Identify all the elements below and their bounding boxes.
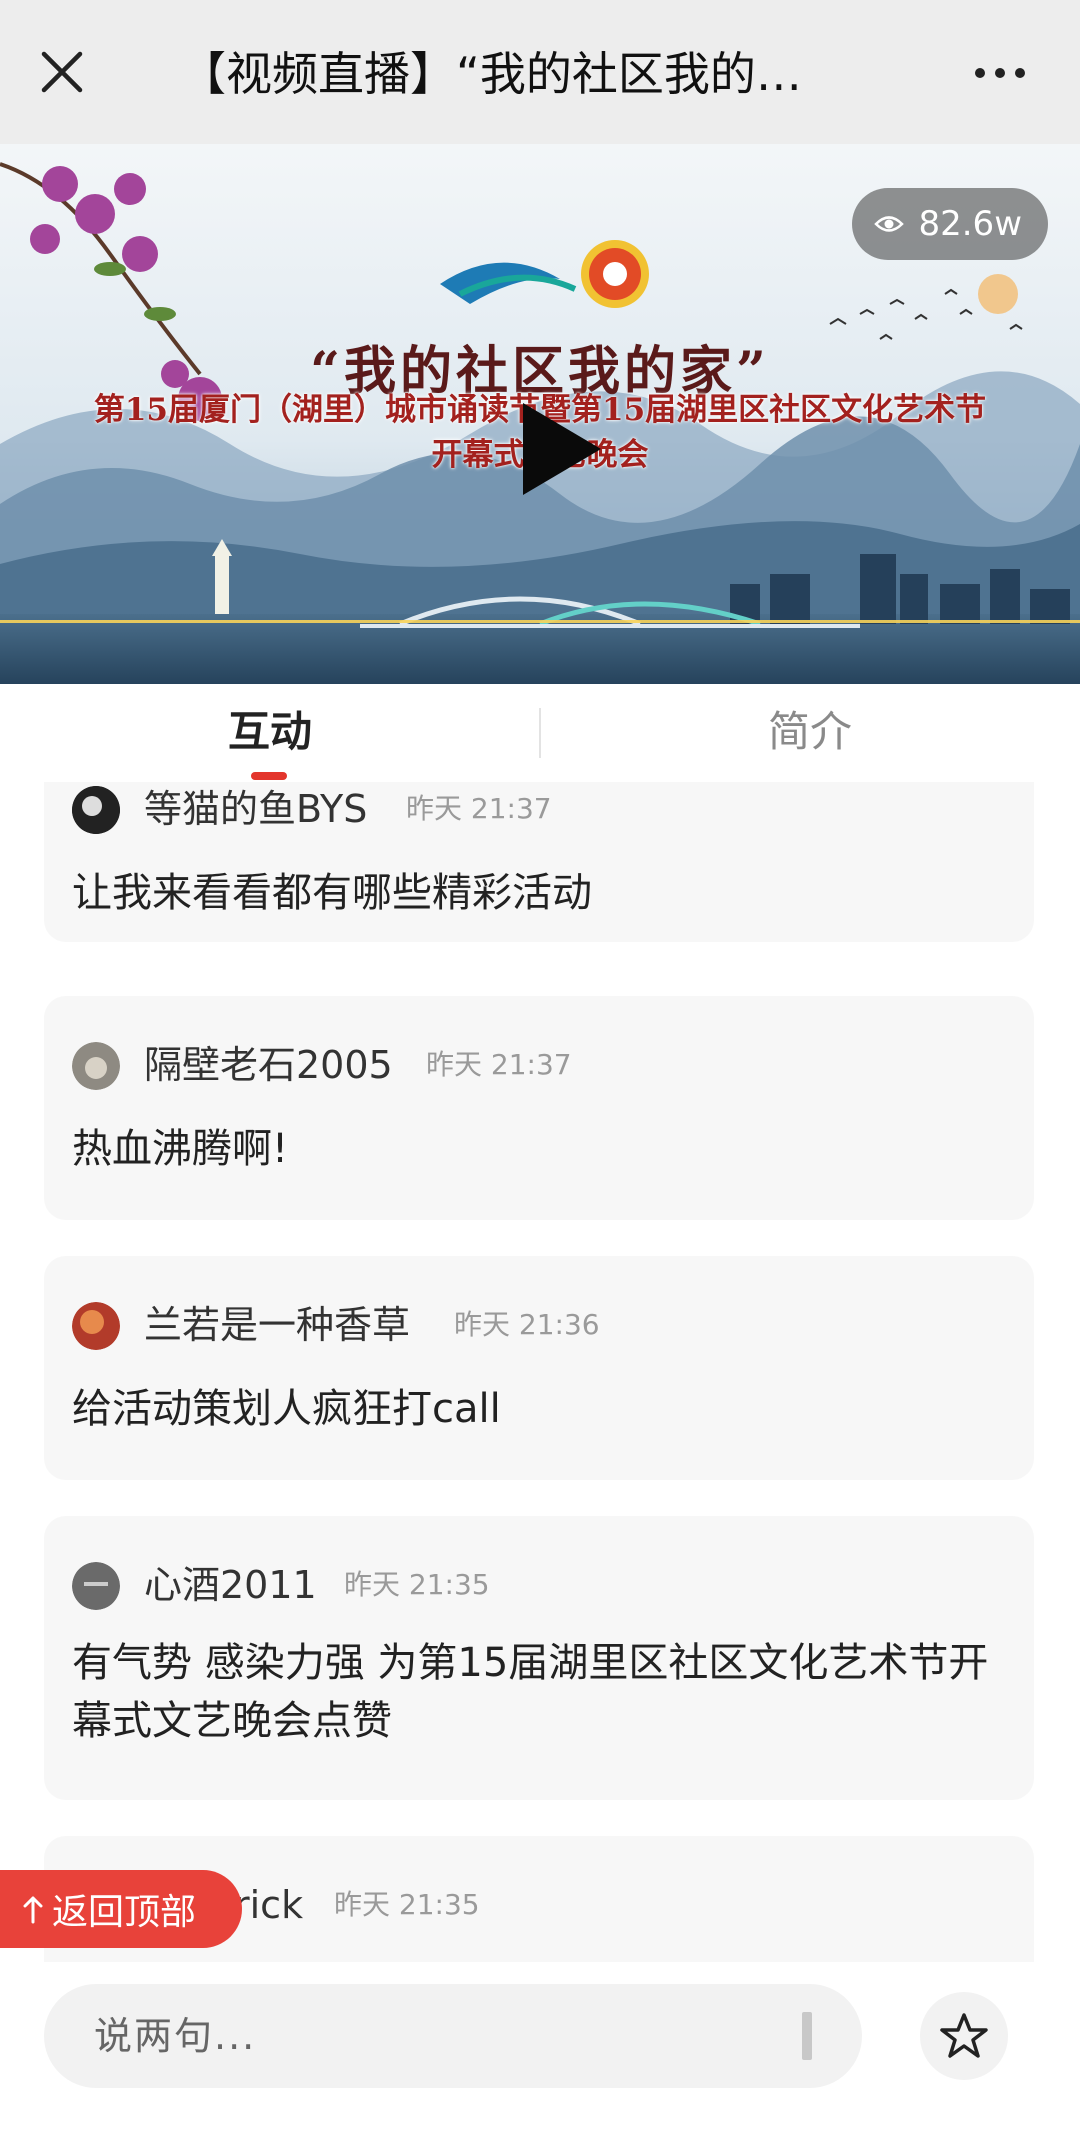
tab-interact[interactable]: 互动: [150, 702, 390, 762]
avatar[interactable]: [72, 786, 120, 834]
comment-card: 隔壁老石2005 昨天 21:37 热血沸腾啊!: [44, 996, 1034, 1220]
comment-card: 心酒2011 昨天 21:35 有气势 感染力强 为第15届湖里区社区文化艺术节…: [44, 1516, 1034, 1800]
avatar[interactable]: [72, 1302, 120, 1350]
comment-card: 兰若是一种香草 昨天 21:36 给活动策划人疯狂打call: [44, 1256, 1034, 1480]
tab-intro[interactable]: 简介: [690, 702, 930, 762]
comment-text: 热血沸腾啊!: [72, 1126, 289, 1172]
tab-divider: [539, 708, 541, 758]
star-icon: [940, 2013, 988, 2058]
close-icon: [41, 51, 83, 93]
arrow-up-icon: [23, 1896, 43, 1924]
avatar[interactable]: [72, 1562, 120, 1610]
active-tab-indicator: [251, 772, 287, 780]
back-to-top-button[interactable]: 返回顶部: [0, 1870, 242, 1948]
tab-bar: 互动 简介: [0, 684, 1080, 782]
comment-input-placeholder: 说两句...: [94, 2014, 257, 2058]
comment-time: 昨天 21:35: [344, 1568, 490, 1601]
comment-username[interactable]: 隔壁老石2005: [144, 1040, 393, 1090]
comment-username[interactable]: rick: [234, 1880, 303, 1930]
comment-text: 让我来看看都有哪些精彩活动: [72, 870, 592, 916]
favorite-button[interactable]: [920, 1992, 1008, 2080]
avatar[interactable]: [72, 1042, 120, 1090]
comment-text: 给活动策划人疯狂打call: [72, 1386, 501, 1432]
comment-time: 昨天 21:37: [406, 792, 552, 825]
comment-username[interactable]: 心酒2011: [144, 1560, 317, 1610]
comment-username[interactable]: 兰若是一种香草: [144, 1300, 410, 1350]
input-caret: [802, 2012, 812, 2060]
comment-text: 有气势 感染力强 为第15届湖里区社区文化艺术节开幕式文艺晚会点赞: [72, 1640, 989, 1744]
title-bar: 【视频直播】“我的社区我的…: [0, 0, 1080, 144]
comment-time: 昨天 21:36: [454, 1308, 600, 1341]
comment-input[interactable]: 说两句...: [44, 1984, 862, 2088]
comment-time: 昨天 21:37: [426, 1048, 572, 1081]
play-icon: [523, 403, 601, 495]
more-button[interactable]: [960, 48, 1040, 98]
view-count: 82.6w: [918, 204, 1022, 244]
comment-input-bar: 说两句...: [0, 1962, 1080, 2143]
video-player[interactable]: “我的社区我的家” 第15届厦门（湖里）城市诵读节暨第15届湖里区社区文化艺术节…: [0, 144, 1080, 684]
eye-icon: [874, 216, 905, 232]
comment-list[interactable]: 等猫的鱼BYS 昨天 21:37 让我来看看都有哪些精彩活动 隔壁老石2005 …: [0, 782, 1080, 1962]
close-button[interactable]: [28, 38, 96, 106]
page-title: 【视频直播】“我的社区我的…: [180, 47, 802, 101]
comment-card: 等猫的鱼BYS 昨天 21:37 让我来看看都有哪些精彩活动: [44, 782, 1034, 942]
view-count-badge: 82.6w: [852, 188, 1048, 260]
play-button[interactable]: [505, 394, 615, 504]
comment-time: 昨天 21:35: [334, 1888, 480, 1921]
back-to-top-label: 返回顶部: [52, 1892, 197, 1933]
more-icon: [975, 68, 985, 78]
comment-username[interactable]: 等猫的鱼BYS: [144, 784, 367, 834]
